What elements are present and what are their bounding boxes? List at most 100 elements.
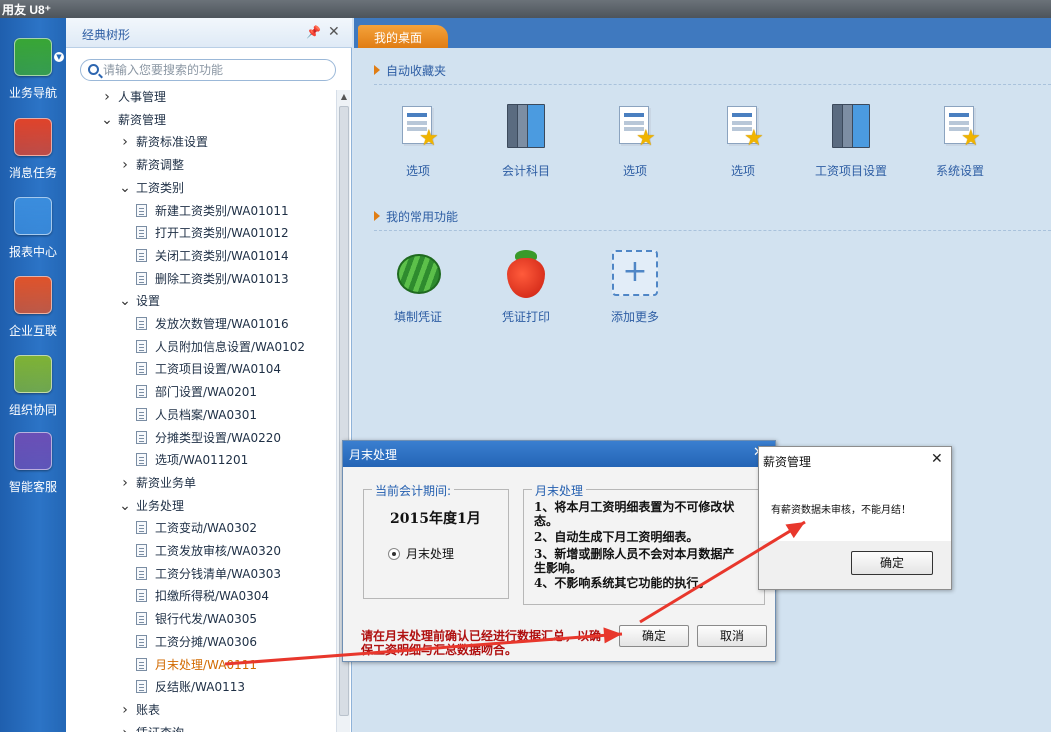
tree-item[interactable]: 人员档案/WA0301 [136,404,257,426]
tree-item[interactable]: 发放次数管理/WA01016 [136,313,289,335]
rail-item[interactable]: ▼ 业务导航 [0,38,66,116]
dialog-title-bar: 月末处理 ✕ [343,441,775,467]
tree-item-label: 薪资调整 [136,158,185,173]
add-icon: + [612,250,658,300]
alert-title: 薪资管理 [763,455,812,469]
dropdown-arrow-icon[interactable]: ▼ [54,52,64,62]
tree-item[interactable]: › 薪资标准设置 [118,131,208,153]
tree-item[interactable]: › 薪资调整 [118,154,184,176]
common-function-item[interactable]: 凭证打印 [481,250,571,325]
tree-item[interactable]: 工资发放审核/WA0320 [136,540,281,562]
favorites-title-label: 自动收藏夹 [386,64,447,78]
search-input[interactable] [103,62,331,78]
close-icon[interactable]: ✕ [931,451,943,467]
tree-item[interactable]: › 薪资业务单 [118,472,196,494]
tree-item-label: 薪资标准设置 [136,135,209,150]
favorite-item[interactable]: ★ 选项 [698,104,788,179]
tree-item[interactable]: 工资分钱清单/WA0303 [136,563,281,585]
tree-item[interactable]: 扣缴所得税/WA0304 [136,585,269,607]
tree-item[interactable]: 删除工资类别/WA01013 [136,268,289,290]
tree-item-label: 月末处理/WA0111 [155,657,258,672]
common-function-item[interactable]: + 添加更多 [590,250,680,325]
rail-item[interactable]: 智能客服 [0,432,66,510]
favorite-item-label: 选项 [622,164,647,178]
tab-my-desktop[interactable]: 我的桌面 [358,25,448,48]
rail-item[interactable]: 组织协同 [0,355,66,433]
chevron-right-icon[interactable]: › [118,131,132,153]
favorite-item-label: 选项 [730,164,755,178]
left-nav-rail: ▼ 业务导航 消息任务 报表中心企业互联组织协同智能客服 [0,18,66,732]
tree-item[interactable]: 选项/WA011201 [136,449,248,471]
chevron-right-icon[interactable]: › [118,722,132,732]
alert-ok-button[interactable]: 确定 [851,551,933,575]
tree-item[interactable]: 月末处理/WA0111 [136,654,257,676]
tree-item-label: 薪资管理 [118,112,167,127]
document-icon [136,544,147,557]
chevron-down-icon[interactable]: ⌄ [118,495,132,517]
tree-item-label: 账表 [136,702,161,717]
search-box[interactable] [80,59,336,81]
chevron-down-icon[interactable]: ⌄ [118,177,132,199]
favorite-item[interactable]: ★ 系统设置 [915,104,1005,179]
favorite-item[interactable]: ★ 选项 [373,104,463,179]
dialog-title: 月末处理 [349,448,398,462]
rail-item[interactable]: 企业互联 [0,276,66,354]
tree-item[interactable]: 新建工资类别/WA01011 [136,200,289,222]
favorites-section-title[interactable]: 自动收藏夹 [374,62,446,79]
common-section-title[interactable]: 我的常用功能 [374,208,458,225]
tree-item-label: 工资项目设置/WA0104 [155,362,282,377]
tree-item[interactable]: 反结账/WA0113 [136,676,245,698]
close-icon[interactable]: ✕ [328,24,342,40]
tree-item-label: 删除工资类别/WA01013 [155,271,289,286]
tree-item[interactable]: 关闭工资类别/WA01014 [136,245,289,267]
favorite-item[interactable]: 会计科目 [481,104,571,179]
doc-star-icon: ★ [937,104,983,154]
month-end-radio[interactable] [388,548,400,560]
ok-button[interactable]: 确定 [619,625,689,647]
document-icon [136,680,147,694]
tree-item[interactable]: 工资项目设置/WA0104 [136,358,281,380]
tree-item[interactable]: 工资分摊/WA0306 [136,631,257,653]
tree-item[interactable]: › 凭证查询 [118,722,184,732]
rail-item[interactable]: 报表中心 [0,197,66,275]
report-icon [14,197,52,235]
chevron-right-icon[interactable]: › [118,154,132,176]
tree-item[interactable]: › 人事管理 [100,90,166,108]
message-icon [14,118,52,156]
chevron-right-icon[interactable]: › [118,699,132,721]
tree-item[interactable]: 银行代发/WA0305 [136,608,257,630]
tree-item[interactable]: 打开工资类别/WA01012 [136,222,289,244]
favorite-item[interactable]: ★ 选项 [590,104,680,179]
tree-item-label: 业务处理 [136,498,185,513]
rail-item-label: 企业互联 [8,324,57,338]
pin-icon[interactable]: 📌 [306,25,321,39]
doc-star-icon: ★ [395,104,441,154]
month-end-radio-label[interactable]: 月末处理 [406,545,454,562]
tree-item[interactable]: ⌄ 设置 [118,290,160,312]
chevron-right-icon[interactable]: › [100,90,114,108]
tree-item[interactable]: › 账表 [118,699,160,721]
chevron-down-icon[interactable]: ⌄ [118,290,132,312]
tree-item[interactable]: 人员附加信息设置/WA0102 [136,336,305,358]
tree-item-label: 工资类别 [136,180,185,195]
tree-panel-header: 经典树形 📌 ✕ [66,18,352,48]
rail-item[interactable]: 消息任务 [0,118,66,196]
chevron-right-icon[interactable]: › [118,472,132,494]
common-function-item[interactable]: 填制凭证 [373,250,463,325]
tree-item[interactable]: ⌄ 薪资管理 [100,109,166,131]
service-icon [14,432,52,470]
tree-item[interactable]: 分摊类型设置/WA0220 [136,427,281,449]
tree-item[interactable]: ⌄ 工资类别 [118,177,184,199]
tree-body: › 人事管理 ⌄ 薪资管理 › 薪资标准设置 › 薪资调整 ⌄ 工资类别 新建工资类别/WA0101… [66,90,336,732]
tree-item[interactable]: ⌄ 业务处理 [118,495,184,517]
scroll-up-icon[interactable]: ▲ [337,90,351,104]
tree-item-label: 工资发放审核/WA0320 [155,544,282,558]
document-icon [136,407,147,421]
chevron-down-icon[interactable]: ⌄ [100,109,114,131]
cancel-button[interactable]: 取消 [697,625,767,647]
rail-item-label: 组织协同 [8,403,57,417]
tree-item[interactable]: 工资变动/WA0302 [136,517,257,539]
tree-item[interactable]: 部门设置/WA0201 [136,381,257,403]
favorite-item-label: 工资项目设置 [814,164,887,178]
favorite-item[interactable]: 工资项目设置 [806,104,896,179]
